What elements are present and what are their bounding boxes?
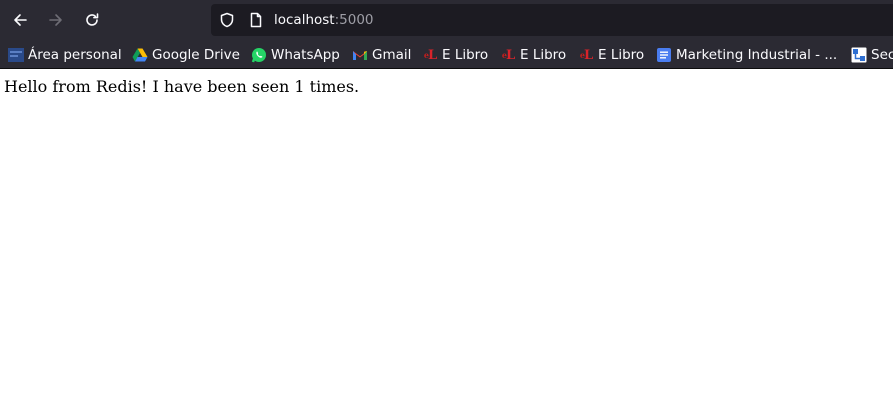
- bookmark-label: E Libro: [520, 47, 567, 63]
- bookmarks-bar: Área personal Google Drive WhatsApp Gmai…: [0, 40, 893, 69]
- bookmark-google-drive[interactable]: Google Drive: [132, 45, 240, 65]
- whatsapp-icon: [251, 47, 267, 63]
- bookmark-label: Gmail: [372, 47, 412, 63]
- google-docs-icon: [656, 47, 672, 63]
- moodle-icon: [8, 47, 24, 63]
- forward-button[interactable]: [44, 8, 68, 32]
- bookmark-sec[interactable]: Sec: [851, 45, 893, 65]
- bookmark-label: Área personal: [28, 47, 122, 63]
- elibro-icon: eL: [579, 47, 593, 63]
- browser-toolbar: localhost:5000: [0, 0, 893, 40]
- gmail-icon: [352, 47, 368, 63]
- bookmark-marketing-industrial[interactable]: Marketing Industrial - ...: [656, 45, 837, 65]
- bookmark-label: Marketing Industrial - ...: [676, 47, 838, 63]
- elibro-icon: eL: [423, 47, 437, 63]
- bookmark-label: Sec: [871, 47, 893, 63]
- bookmark-whatsapp[interactable]: WhatsApp: [251, 45, 340, 65]
- bookmark-label: E Libro: [598, 47, 645, 63]
- bookmark-label: Google Drive: [152, 47, 240, 63]
- bookmark-label: WhatsApp: [271, 47, 340, 63]
- page-icon[interactable]: [248, 12, 264, 28]
- sitemap-icon: [851, 47, 867, 63]
- google-drive-icon: [132, 47, 148, 63]
- bookmark-label: E Libro: [442, 47, 489, 63]
- page-body-text: Hello from Redis! I have been seen 1 tim…: [4, 77, 360, 96]
- url-text[interactable]: localhost:5000: [274, 11, 374, 29]
- reload-icon: [86, 13, 99, 26]
- back-button[interactable]: [8, 8, 32, 32]
- url-host: localhost: [274, 12, 335, 28]
- bookmark-area-personal[interactable]: Área personal: [8, 45, 122, 65]
- elibro-icon: eL: [501, 47, 515, 63]
- bookmark-elibro-1[interactable]: eL E Libro: [422, 45, 488, 65]
- url-port: :5000: [334, 12, 374, 28]
- bookmark-elibro-2[interactable]: eL E Libro: [500, 45, 566, 65]
- shield-icon[interactable]: [219, 12, 235, 28]
- url-bar[interactable]: localhost:5000: [211, 4, 893, 36]
- arrow-right-icon: [49, 14, 62, 26]
- reload-button[interactable]: [80, 8, 104, 32]
- bookmark-gmail[interactable]: Gmail: [352, 45, 411, 65]
- bookmark-elibro-3[interactable]: eL E Libro: [578, 45, 644, 65]
- arrow-left-icon: [14, 14, 27, 26]
